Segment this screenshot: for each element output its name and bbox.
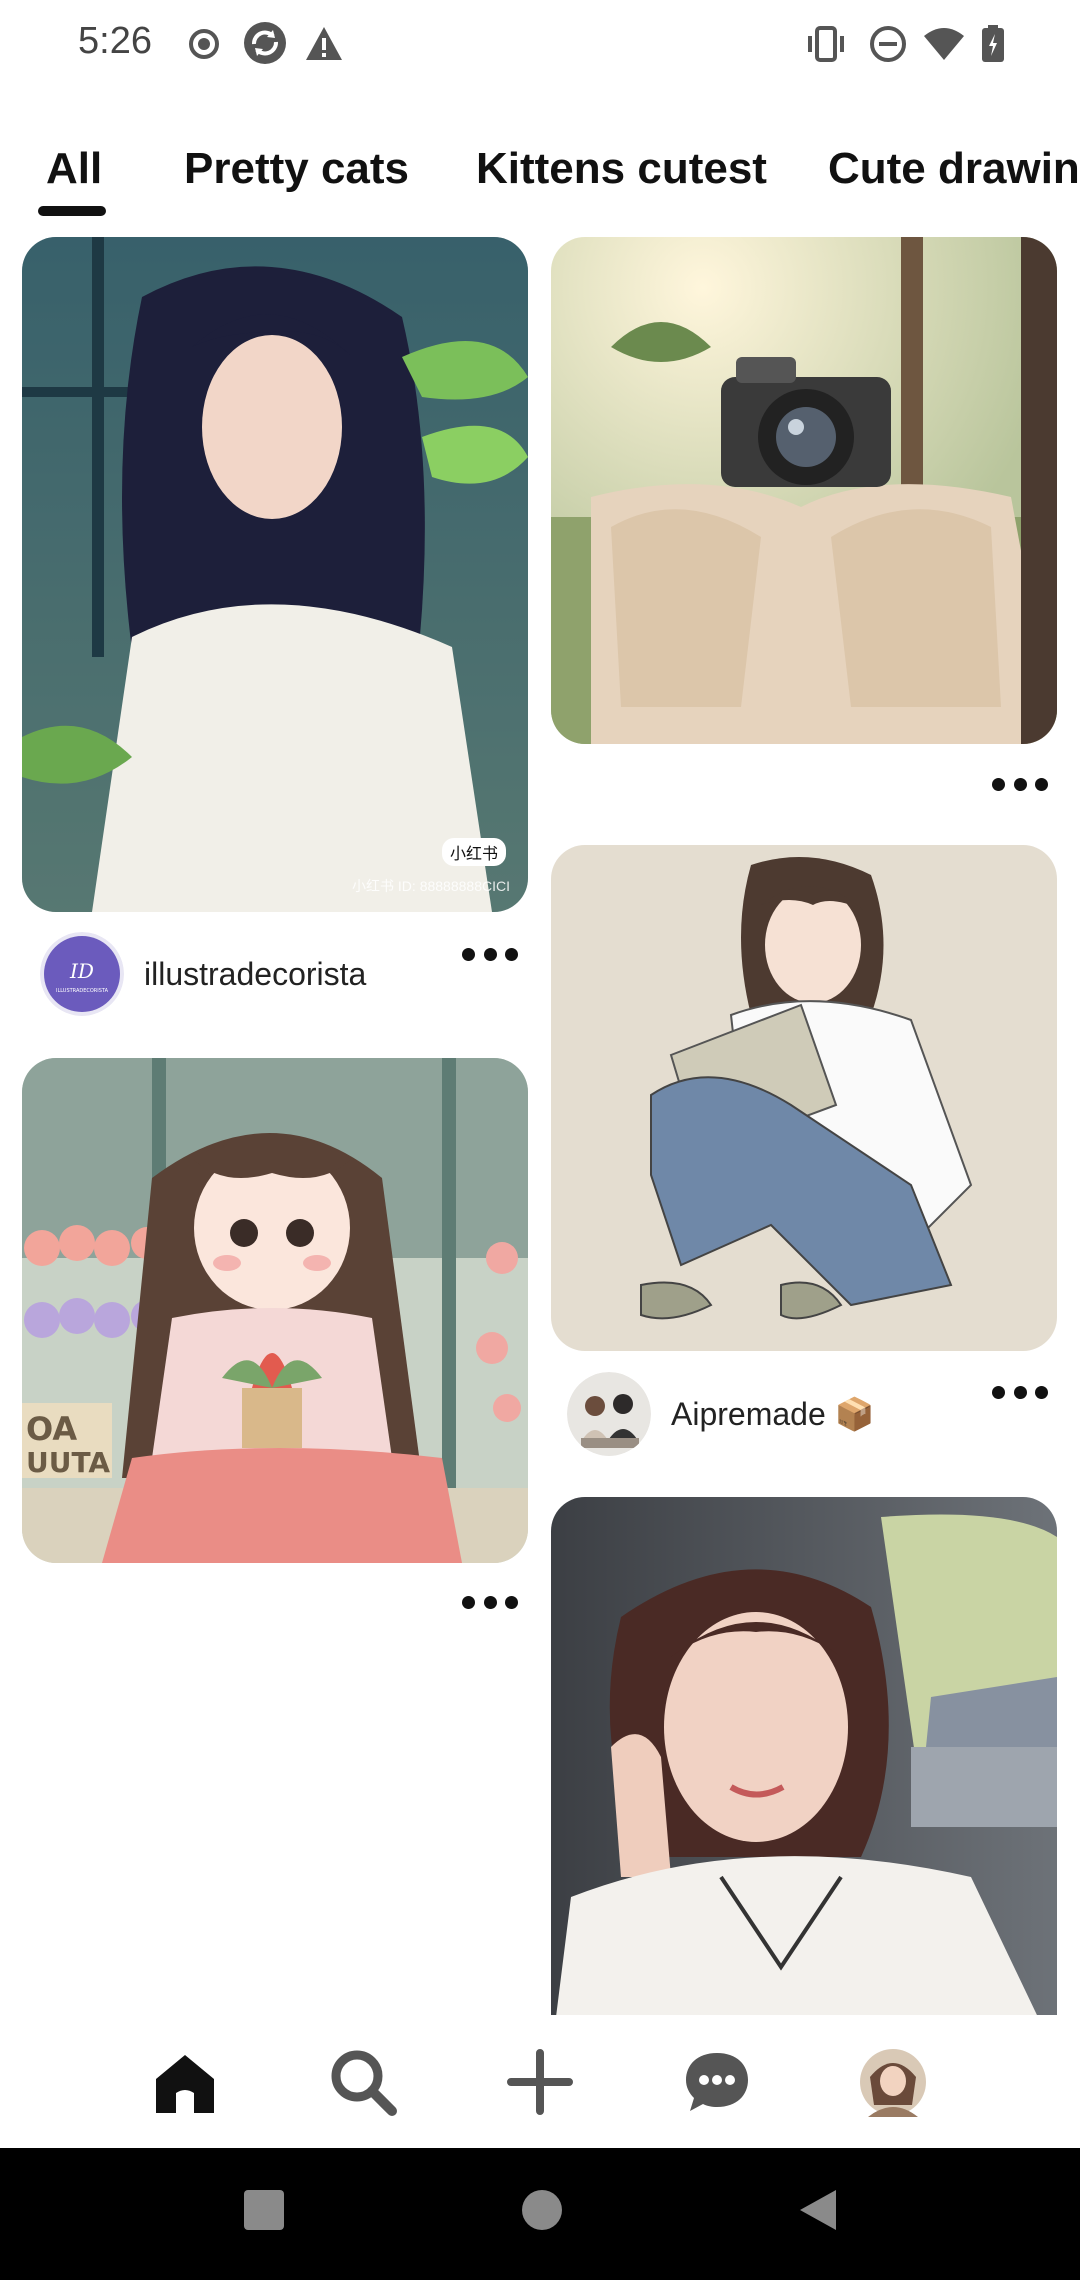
more-options-icon[interactable] — [462, 1590, 518, 1614]
messages-icon[interactable] — [680, 2045, 754, 2119]
wifi-icon — [922, 24, 966, 64]
pin-image-girl-reading[interactable] — [551, 845, 1057, 1351]
home-button-icon[interactable] — [520, 2188, 564, 2237]
creator-avatar: ID ILLUSTRADECORISTA — [40, 932, 124, 1016]
creator-name: illustradecorista — [144, 955, 367, 992]
sync-icon — [242, 20, 288, 66]
status-bar: 5:26 — [0, 0, 1080, 90]
do-not-disturb-icon — [868, 24, 908, 64]
bottom-navigation — [0, 2015, 1080, 2148]
tab-cute-drawing[interactable]: Cute drawing — [828, 144, 1080, 194]
creator-avatar — [567, 1372, 651, 1456]
recents-button-icon[interactable] — [242, 2188, 286, 2237]
more-options-icon[interactable] — [992, 772, 1048, 796]
board-tabs: All Pretty cats Kittens cutest Cute draw… — [0, 130, 1080, 220]
tab-kittens-cutest[interactable]: Kittens cutest — [476, 144, 767, 194]
image-watermark: 小红书 ID: 88888888CICI — [352, 878, 510, 894]
battery-icon — [980, 24, 1006, 64]
system-navigation-bar — [0, 2148, 1080, 2280]
pin-creator-aipremade[interactable]: Aipremade 📦 — [567, 1372, 874, 1456]
tab-pretty-cats[interactable]: Pretty cats — [184, 144, 409, 194]
tab-selected-indicator — [38, 206, 106, 216]
pin-image-camera-sweater[interactable] — [551, 237, 1057, 744]
search-icon[interactable] — [326, 2045, 400, 2119]
pin-image-flower-shop-girl[interactable]: OA UUTA — [22, 1058, 528, 1563]
svg-text:ILLUSTRADECORISTA: ILLUSTRADECORISTA — [56, 988, 109, 994]
more-options-icon[interactable] — [462, 942, 518, 966]
home-icon[interactable] — [148, 2045, 222, 2119]
pin-image-girl-in-car[interactable] — [551, 1497, 1057, 2057]
status-time: 5:26 — [78, 20, 152, 62]
create-icon[interactable] — [503, 2045, 577, 2119]
tab-all[interactable]: All — [46, 144, 102, 194]
back-button-icon[interactable] — [796, 2188, 840, 2237]
record-icon — [184, 24, 224, 64]
profile-avatar[interactable] — [856, 2045, 930, 2119]
svg-text:ID: ID — [69, 959, 94, 983]
svg-text:UUTA: UUTA — [26, 1446, 110, 1479]
creator-name: Aipremade 📦 — [671, 1396, 875, 1432]
more-options-icon[interactable] — [992, 1380, 1048, 1404]
pin-image-girl-plants[interactable]: 小红书 小红书 ID: 88888888CICI — [22, 237, 528, 912]
watermark-badge: 小红书 — [441, 838, 506, 866]
warning-icon — [304, 24, 344, 64]
svg-text:OA: OA — [26, 1410, 77, 1448]
vibrate-icon — [804, 24, 848, 64]
pin-creator-illustradecorista[interactable]: ID ILLUSTRADECORISTA illustradecorista — [40, 932, 366, 1016]
